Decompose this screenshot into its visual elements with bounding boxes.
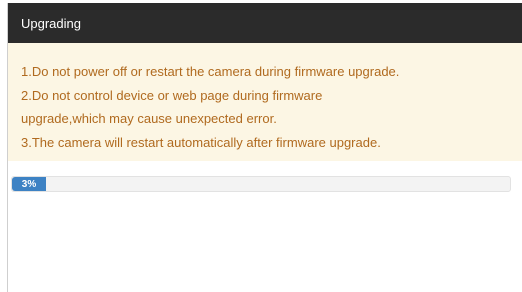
- notice-line-4: 3.The camera will restart automatically …: [21, 134, 381, 150]
- notice-line-1: 1.Do not power off or restart the camera…: [21, 64, 400, 79]
- progress-label: 3%: [21, 178, 37, 190]
- dialog-title: Upgrading: [21, 15, 81, 31]
- upgrade-warning-notice: 1.Do not power off or restart the camera…: [8, 43, 522, 161]
- upgrade-progress-bar: 3%: [11, 176, 511, 192]
- dialog-header: Upgrading: [8, 3, 522, 43]
- notice-line-2: 2.Do not control device or web page duri…: [21, 87, 323, 103]
- progress-fill: 3%: [12, 177, 46, 191]
- upgrade-dialog: Upgrading 1.Do not power off or restart …: [7, 3, 522, 292]
- notice-line-3: upgrade,which may cause unexpected error…: [21, 111, 277, 126]
